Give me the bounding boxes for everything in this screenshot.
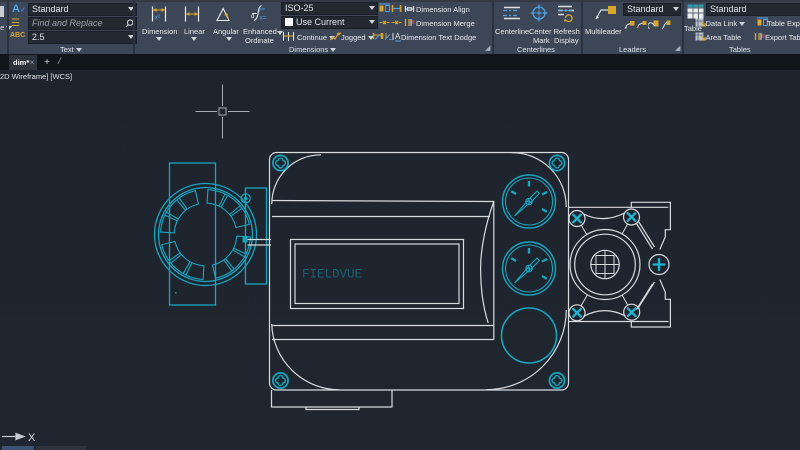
svg-text:A: A xyxy=(395,32,401,41)
svg-text:x=: x= xyxy=(259,15,266,22)
svg-text:x²: x² xyxy=(155,15,162,22)
svg-text:X: X xyxy=(28,432,36,444)
svg-text:FIELDVUE: FIELDVUE xyxy=(302,268,362,282)
svg-text:d: d xyxy=(251,14,254,20)
